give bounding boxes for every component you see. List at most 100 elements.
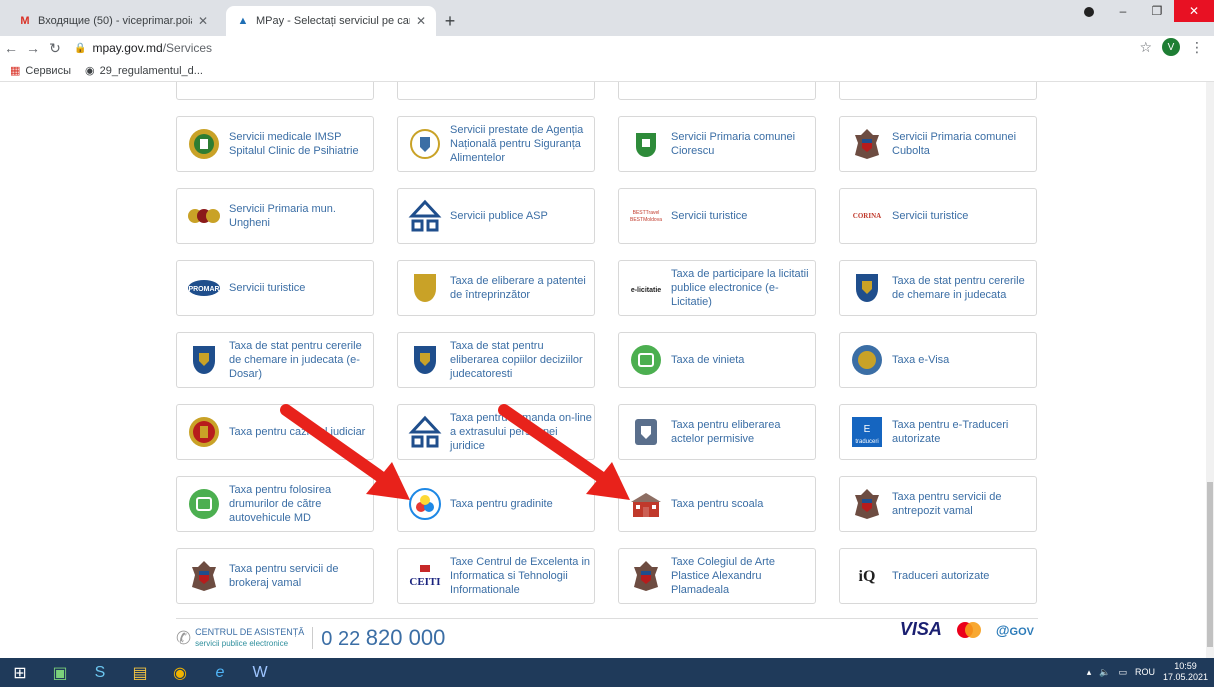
service-card[interactable]: Taxe Colegiul de Arte Plastice Alexandru… xyxy=(618,548,816,604)
service-card[interactable]: Servicii medicale IMSP Spitalul Clinic d… xyxy=(176,116,374,172)
service-card[interactable]: CORINA Servicii turistice xyxy=(839,188,1037,244)
service-card[interactable]: Taxa de eliberare a patentei de întrepri… xyxy=(397,260,595,316)
address-bar: ← → ↻ 🔒 mpay.gov.md/Services ☆ V ⋮ xyxy=(0,36,1214,60)
service-label: Taxa e-Visa xyxy=(892,354,950,366)
profile-indicator-icon[interactable] xyxy=(1084,7,1094,17)
service-card[interactable]: Servicii Primaria mun. Ungheni xyxy=(176,188,374,244)
url-path: /Services xyxy=(162,41,213,55)
help-phone-number[interactable]: 0 22 820 000 xyxy=(321,625,445,651)
service-label: Servicii prestate de Agenția Națională p… xyxy=(450,124,584,164)
volume-icon[interactable]: 🔈 xyxy=(1099,667,1110,678)
bookmark-regulament[interactable]: ◉ 29_regulamentul_d... xyxy=(85,64,203,78)
service-card-partial[interactable] xyxy=(839,82,1037,100)
service-card[interactable]: Servicii Primaria comunei Ciorescu xyxy=(618,116,816,172)
menu-kebab-icon[interactable]: ⋮ xyxy=(1190,39,1204,56)
url-field[interactable]: 🔒 mpay.gov.md/Services xyxy=(74,41,212,55)
service-label: Taxa de participare la licitatii publice… xyxy=(671,268,809,308)
tab-mpay[interactable]: ▲ MPay - Selectați serviciul pe care ✕ xyxy=(226,6,436,36)
service-card[interactable]: Taxa e-Visa xyxy=(839,332,1037,388)
svg-text:BESTTravel: BESTTravel xyxy=(633,210,660,216)
evisa-emblem-icon xyxy=(850,343,884,377)
best-travel-logo-icon: BESTTravel BESTMoldova xyxy=(629,199,663,233)
bookmark-star-icon[interactable]: ☆ xyxy=(1139,39,1152,56)
close-icon[interactable]: ✕ xyxy=(416,14,426,28)
service-card[interactable]: Taxa de stat pentru eliberarea copiilor … xyxy=(397,332,595,388)
service-card[interactable]: Taxa pentru comanda on-line a extrasului… xyxy=(397,404,595,460)
service-label: Taxa de eliberare a patentei de întrepri… xyxy=(450,275,586,301)
tray-chevron-icon[interactable]: ▴ xyxy=(1087,667,1092,678)
service-card[interactable]: Servicii publice ASP xyxy=(397,188,595,244)
avatar[interactable]: V xyxy=(1162,38,1180,56)
excel-icon[interactable]: ▣ xyxy=(40,658,80,687)
service-card[interactable]: Taxa pentru servicii de antrepozit vamal xyxy=(839,476,1037,532)
hospital-emblem-icon xyxy=(187,127,221,161)
service-card[interactable]: Taxa pentru eliberarea actelor permisive xyxy=(618,404,816,460)
service-card-partial[interactable] xyxy=(176,82,374,100)
vignette-icon xyxy=(629,343,663,377)
e-licitatie-logo-icon: e-licitatie xyxy=(629,271,663,305)
service-card[interactable]: Taxa de stat pentru cererile de chemare … xyxy=(176,332,374,388)
service-card[interactable]: Servicii Primaria comunei Cubolta xyxy=(839,116,1037,172)
service-card[interactable]: Taxa de stat pentru cererile de chemare … xyxy=(839,260,1037,316)
apps-grid-icon: ▦ xyxy=(10,65,21,77)
service-card[interactable]: Taxa pentru folosirea drumurilor de cătr… xyxy=(176,476,374,532)
svg-text:E: E xyxy=(864,424,871,435)
service-card[interactable]: BESTTravel BESTMoldova Servicii turistice xyxy=(618,188,816,244)
service-label: Servicii Primaria mun. Ungheni xyxy=(229,203,336,229)
page-scrollbar[interactable] xyxy=(1206,82,1214,658)
corina-logo-icon: CORINA xyxy=(850,199,884,233)
service-card-partial[interactable] xyxy=(397,82,595,100)
clock[interactable]: 10:59 17.05.2021 xyxy=(1163,661,1208,683)
svg-text:CEITI: CEITI xyxy=(409,576,440,588)
moldova-coat-of-arms-icon xyxy=(850,487,884,521)
windows-start-icon[interactable]: ⊞ xyxy=(0,658,40,687)
file-explorer-icon[interactable]: ▤ xyxy=(120,658,160,687)
chrome-icon[interactable]: ◉ xyxy=(160,658,200,687)
new-tab-button[interactable]: + xyxy=(436,6,464,36)
internet-explorer-icon[interactable]: e xyxy=(200,658,240,687)
iq-logo-icon: iQ xyxy=(850,559,884,593)
service-card[interactable]: Taxa de vinieta xyxy=(618,332,816,388)
service-card[interactable]: Taxa pentru cazierul judiciar xyxy=(176,404,374,460)
phone-icon: ✆ xyxy=(176,627,192,648)
service-card[interactable]: e-licitatie Taxa de participare la licita… xyxy=(618,260,816,316)
service-card[interactable]: Taxa pentru gradinite xyxy=(397,476,595,532)
moldova-coat-of-arms-icon xyxy=(629,559,663,593)
help-center: ✆ CENTRUL DE ASISTENȚĂ servicii publice … xyxy=(176,625,445,651)
bookmark-label: 29_regulamentul_d... xyxy=(99,64,203,77)
service-label: Servicii Primaria comunei Cubolta xyxy=(892,131,1017,157)
service-label: Taxa de vinieta xyxy=(671,354,745,366)
forward-icon[interactable]: → xyxy=(22,40,44,56)
service-card[interactable]: Taxa pentru servicii de brokeraj vamal xyxy=(176,548,374,604)
skype-icon[interactable]: S xyxy=(80,658,120,687)
service-card-partial[interactable] xyxy=(618,82,816,100)
minimize-button[interactable]: – xyxy=(1106,0,1140,22)
back-icon[interactable]: ← xyxy=(0,40,22,56)
service-label: Servicii turistice xyxy=(671,210,748,222)
service-card[interactable]: Servicii prestate de Agenția Națională p… xyxy=(397,116,595,172)
service-card[interactable]: PROMAR Servicii turistice xyxy=(176,260,374,316)
egov-swoosh-icon: @ xyxy=(995,621,1010,638)
language-indicator[interactable]: ROU xyxy=(1135,667,1155,677)
word-icon[interactable]: W xyxy=(240,658,280,687)
service-card[interactable]: Taxa pentru scoala xyxy=(618,476,816,532)
service-label: Taxe Colegiul de Arte Plastice Alexandru… xyxy=(671,556,775,596)
service-card[interactable]: iQ Traduceri autorizate xyxy=(839,548,1037,604)
asp-logo-icon xyxy=(408,199,442,233)
service-label: Taxa pentru scoala xyxy=(671,498,764,510)
svg-text:iQ: iQ xyxy=(859,568,876,585)
service-label: Taxe Centrul de Excelenta in Informatica… xyxy=(450,556,591,596)
service-card[interactable]: CEITI Taxe Centrul de Excelenta in Inform… xyxy=(397,548,595,604)
close-icon[interactable]: ✕ xyxy=(198,14,208,28)
network-icon[interactable]: ▭ xyxy=(1118,667,1127,678)
windows-taskbar: ⊞ ▣ S ▤ ◉ e W ▴ 🔈 ▭ ROU 10:59 17.05.2021 xyxy=(0,658,1214,687)
ciorescu-emblem-icon xyxy=(629,127,663,161)
restore-button[interactable]: ❐ xyxy=(1140,0,1174,22)
tab-gmail[interactable]: M Входящие (50) - viceprimar.poia ✕ xyxy=(8,6,218,36)
bookmark-services[interactable]: ▦ Сервисы xyxy=(10,64,71,78)
scrollbar-thumb[interactable] xyxy=(1207,482,1213,647)
ungheni-emblem-icon xyxy=(187,199,221,233)
window-close-button[interactable]: ✕ xyxy=(1174,0,1214,22)
service-card[interactable]: Etraduceri Taxa pentru e-Traduceri autori… xyxy=(839,404,1037,460)
reload-icon[interactable]: ↻ xyxy=(44,40,66,57)
